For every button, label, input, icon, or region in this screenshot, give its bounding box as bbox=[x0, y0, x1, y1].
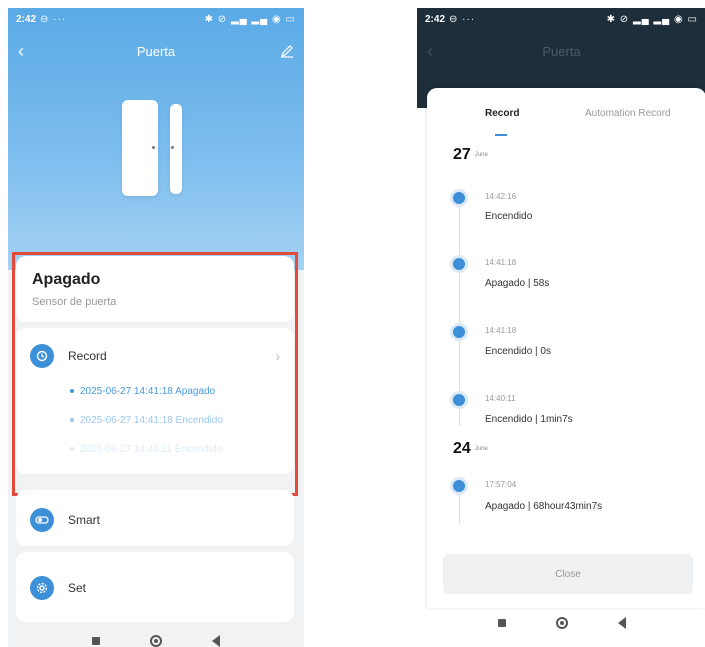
date-header: 24 June bbox=[453, 440, 488, 457]
timeline-line bbox=[459, 488, 460, 524]
top-bar: ‹ Puerta bbox=[8, 36, 304, 66]
smart-card[interactable]: Smart bbox=[16, 490, 294, 546]
back-icon[interactable] bbox=[212, 635, 220, 647]
page-title: Puerta bbox=[136, 43, 176, 59]
magnet-indicator bbox=[171, 146, 174, 149]
recents-icon[interactable] bbox=[497, 619, 506, 627]
sensor-indicator bbox=[152, 146, 155, 149]
active-tab-indicator bbox=[495, 134, 507, 136]
event-text: Encendido bbox=[485, 211, 533, 222]
set-row[interactable]: Set bbox=[30, 574, 280, 602]
tab-record[interactable]: Record bbox=[485, 108, 519, 119]
home-icon[interactable] bbox=[150, 635, 162, 647]
event-time: 14:41:18 bbox=[485, 258, 517, 267]
door-sensor-image bbox=[122, 100, 186, 200]
event-time: 17:57:04 bbox=[485, 480, 517, 489]
event-text: Apagado | 58s bbox=[485, 278, 550, 289]
timeline-dot bbox=[453, 326, 465, 338]
timeline-dot bbox=[453, 480, 465, 492]
tab-automation-record[interactable]: Automation Record bbox=[585, 108, 671, 119]
toggle-icon bbox=[30, 508, 54, 532]
timeline-dot bbox=[453, 258, 465, 270]
status-left-icons: ⊖ ··· bbox=[40, 13, 67, 25]
event-text: Encendido | 1min7s bbox=[485, 414, 573, 425]
sensor-magnet bbox=[170, 104, 182, 194]
close-button[interactable]: Close bbox=[443, 554, 693, 594]
timeline-dot bbox=[453, 394, 465, 406]
timeline-dot bbox=[453, 192, 465, 204]
event-time: 14:41:18 bbox=[485, 326, 517, 335]
back-icon[interactable] bbox=[617, 617, 626, 629]
pencil-icon[interactable] bbox=[280, 44, 294, 58]
device-detail-screen: 2:42 ⊖ ··· ✱ ⊘ ▂▄ ▂▄ ◉ ▭ ‹ Puerta Apagad… bbox=[8, 8, 304, 647]
set-label: Set bbox=[68, 581, 87, 595]
top-bar: ‹ Puerta bbox=[417, 36, 705, 66]
status-right-icons: ✱ ⊘ ▂▄ ▂▄ ◉ ▭ bbox=[204, 13, 296, 25]
status-time: 2:42 bbox=[16, 13, 37, 25]
system-nav-bar bbox=[8, 620, 304, 647]
gear-icon bbox=[30, 576, 54, 600]
system-nav-bar bbox=[417, 602, 705, 644]
event-time: 14:42:16 bbox=[485, 192, 517, 201]
status-left-icons: ⊖ ··· bbox=[449, 13, 476, 25]
record-sheet: Record Automation Record 27 June 14:42:16… bbox=[427, 88, 705, 608]
page-title: Puerta bbox=[542, 43, 581, 59]
status-right-icons: ✱ ⊘ ▂▄ ▂▄ ◉ ▭ bbox=[606, 13, 698, 25]
event-text: Apagado | 68hour43min7s bbox=[485, 501, 603, 512]
sensor-body bbox=[122, 100, 158, 196]
event-text: Encendido | 0s bbox=[485, 346, 551, 357]
date-header: 27 June bbox=[453, 146, 488, 163]
timeline-line bbox=[459, 200, 460, 426]
recents-icon[interactable] bbox=[92, 637, 100, 645]
home-icon[interactable] bbox=[555, 617, 568, 629]
status-bar: 2:42 ⊖ ··· ✱ ⊘ ▂▄ ▂▄ ◉ ▭ bbox=[8, 8, 304, 30]
chevron-left-icon[interactable]: ‹ bbox=[18, 41, 24, 62]
tab-bar: Record Automation Record bbox=[427, 100, 705, 136]
record-history-screen: 2:42 ⊖ ··· ✱ ⊘ ▂▄ ▂▄ ◉ ▭ ‹ Puerta Record… bbox=[417, 8, 705, 647]
highlight-frame bbox=[12, 252, 298, 496]
chevron-left-icon: ‹ bbox=[427, 41, 433, 61]
status-time: 2:42 bbox=[425, 13, 446, 25]
status-bar: 2:42 ⊖ ··· ✱ ⊘ ▂▄ ▂▄ ◉ ▭ bbox=[417, 8, 705, 30]
event-time: 14:40:11 bbox=[485, 394, 516, 403]
set-card[interactable]: Set bbox=[16, 552, 294, 622]
smart-row[interactable]: Smart bbox=[30, 506, 280, 534]
smart-label: Smart bbox=[68, 513, 101, 527]
